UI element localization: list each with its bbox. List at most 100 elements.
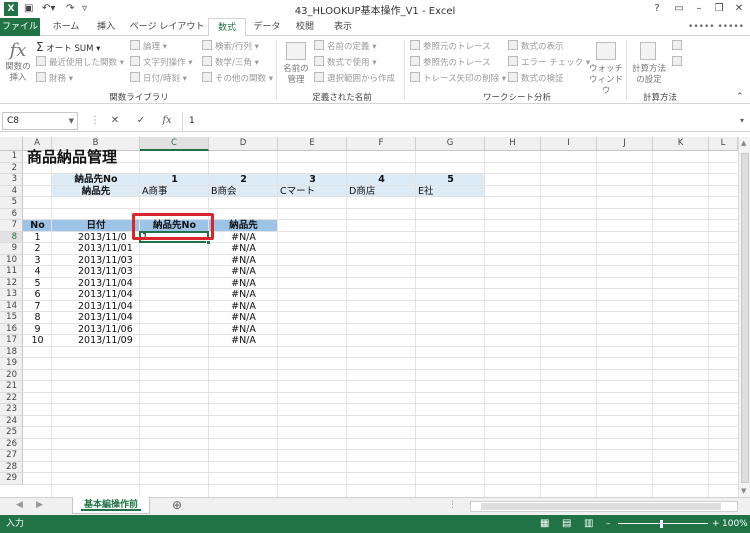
table-cell-date[interactable]: 2013/11/04 (78, 278, 140, 290)
tab-view[interactable]: 表示 (324, 18, 362, 36)
row-header-16[interactable]: 16 (0, 323, 23, 335)
column-header-k[interactable]: K (653, 137, 709, 151)
row-header-25[interactable]: 25 (0, 427, 23, 439)
lookup-number-cell[interactable]: 4 (347, 174, 416, 186)
row-header-21[interactable]: 21 (0, 381, 23, 393)
table-cell-date[interactable]: 2013/11/04 (78, 312, 140, 324)
lookup-number-cell[interactable]: 1 (140, 174, 209, 186)
zoom-out-icon[interactable]: – (606, 515, 611, 533)
row-header-26[interactable]: 26 (0, 438, 23, 450)
table-cell-no[interactable]: 4 (23, 266, 52, 278)
scroll-up-icon[interactable]: ▲ (741, 139, 746, 147)
table-cell-no[interactable]: 8 (23, 312, 52, 324)
column-header-c[interactable]: C (140, 137, 209, 151)
next-sheet-icon[interactable]: ▶ (36, 500, 43, 510)
row-header-18[interactable]: 18 (0, 346, 23, 358)
confirm-entry-button[interactable]: ✓ (132, 112, 150, 130)
vertical-scrollbar[interactable]: ▲ ▼ (738, 137, 750, 497)
table-cell-no[interactable]: 10 (23, 335, 52, 347)
remove-arrows-button[interactable]: トレース矢印の削除 ▾ (410, 72, 506, 86)
lookup-row-label-no[interactable]: 納品先No (52, 174, 140, 186)
table-cell-dest[interactable]: #N/A (209, 232, 278, 244)
trace-precedents-button[interactable]: 参照元のトレース (410, 40, 491, 54)
calculation-options-button[interactable]: 計算方法 の設定 (630, 40, 668, 88)
logical-button[interactable]: 論理 ▾ (130, 40, 167, 54)
zoom-slider[interactable] (618, 523, 708, 524)
table-cell-date[interactable]: 2013/11/06 (78, 324, 140, 336)
lookup-number-cell[interactable]: 3 (278, 174, 347, 186)
table-cell-no[interactable]: 3 (23, 255, 52, 267)
column-header-h[interactable]: H (485, 137, 541, 151)
help-button[interactable]: ? (648, 1, 666, 17)
tab-file[interactable]: ファイル (0, 18, 40, 36)
table-cell-no[interactable]: 9 (23, 324, 52, 336)
show-formulas-button[interactable]: 数式の表示 (508, 40, 564, 54)
add-sheet-button[interactable]: ⊕ (172, 498, 182, 512)
row-header-10[interactable]: 10 (0, 254, 23, 266)
table-header-no[interactable]: No (23, 220, 52, 232)
row-header-17[interactable]: 17 (0, 335, 23, 347)
chevron-down-icon[interactable]: ▼ (69, 113, 74, 129)
define-name-button[interactable]: 名前の定義 ▾ (314, 40, 376, 54)
tab-insert[interactable]: 挿入 (88, 18, 124, 36)
table-cell-no[interactable]: 5 (23, 278, 52, 290)
row-header-19[interactable]: 19 (0, 358, 23, 370)
restore-button[interactable]: ❐ (710, 1, 728, 17)
table-cell-date[interactable]: 2013/11/0 (78, 232, 140, 244)
lookup-number-cell[interactable]: 5 (416, 174, 485, 186)
autosum-button[interactable]: Σ オート SUM ▾ (36, 40, 100, 54)
row-header-8[interactable]: 8 (0, 231, 23, 243)
table-header-date[interactable]: 日付 (52, 220, 140, 232)
table-cell-dest[interactable]: #N/A (209, 243, 278, 255)
table-cell-dest[interactable]: #N/A (209, 312, 278, 324)
column-header-i[interactable]: I (541, 137, 597, 151)
text-button[interactable]: 文字列操作 ▾ (130, 56, 192, 70)
tab-data[interactable]: データ (248, 18, 286, 36)
table-cell-date[interactable]: 2013/11/04 (78, 289, 140, 301)
fill-handle[interactable] (206, 240, 211, 245)
name-manager-button[interactable]: 名前の 管理 (282, 40, 310, 88)
lookup-row-label-name[interactable]: 納品先 (52, 186, 140, 198)
error-checking-button[interactable]: エラー チェック ▾ (508, 56, 590, 70)
row-header-27[interactable]: 27 (0, 450, 23, 462)
worksheet-grid[interactable]: A B C D E F G H I J K L 1 2 3 4 5 6 7 8 9 10 11 12 13 14 15 16 17 18 1… (0, 137, 738, 497)
zoom-slider-handle[interactable] (660, 520, 663, 528)
lookup-name-cell[interactable]: D商店 (349, 186, 375, 198)
row-header-7[interactable]: 7 (0, 220, 23, 232)
more-functions-button[interactable]: その他の関数 ▾ (202, 72, 273, 86)
vertical-scroll-thumb[interactable] (741, 153, 749, 483)
watch-window-button[interactable]: ウォッチ ウィンドウ (588, 40, 624, 96)
row-header-13[interactable]: 13 (0, 289, 23, 301)
table-cell-no[interactable]: 2 (23, 243, 52, 255)
page-break-view-icon[interactable]: ▥ (584, 515, 593, 533)
column-header-j[interactable]: J (597, 137, 653, 151)
sheet-tab-active[interactable]: 基本編操作前 (72, 497, 150, 514)
column-header-e[interactable]: E (278, 137, 347, 151)
cancel-entry-button[interactable]: ✕ (106, 112, 124, 130)
lookup-name-cell[interactable]: Cマート (280, 186, 315, 198)
calculate-sheet-button[interactable] (672, 56, 685, 70)
use-in-formula-button[interactable]: 数式で使用 ▾ (314, 56, 376, 70)
formula-input[interactable]: 1 (182, 112, 738, 130)
row-header-24[interactable]: 24 (0, 415, 23, 427)
table-cell-date[interactable]: 2013/11/03 (78, 255, 140, 267)
row-header-6[interactable]: 6 (0, 208, 23, 220)
tab-formulas[interactable]: 数式 (208, 18, 246, 37)
row-header-22[interactable]: 22 (0, 392, 23, 404)
horizontal-scrollbar[interactable] (470, 501, 738, 512)
column-header-l[interactable]: L (709, 137, 738, 151)
zoom-in-icon[interactable]: + (712, 515, 720, 533)
table-cell-dest[interactable]: #N/A (209, 301, 278, 313)
table-cell-dest[interactable]: #N/A (209, 278, 278, 290)
table-cell-date[interactable]: 2013/11/04 (78, 301, 140, 313)
lookup-reference-button[interactable]: 検索/行列 ▾ (202, 40, 259, 54)
column-header-f[interactable]: F (347, 137, 416, 151)
row-header-4[interactable]: 4 (0, 185, 23, 197)
tab-page-layout[interactable]: ページ レイアウト (126, 18, 208, 36)
horizontal-scroll-thumb[interactable] (481, 503, 721, 510)
insert-function-button[interactable]: fx 関数の 挿入 (4, 40, 32, 88)
table-cell-date[interactable]: 2013/11/09 (78, 335, 140, 347)
column-header-d[interactable]: D (209, 137, 278, 151)
create-from-selection-button[interactable]: 選択範囲から作成 (314, 72, 395, 86)
minimize-button[interactable]: – (690, 1, 708, 17)
